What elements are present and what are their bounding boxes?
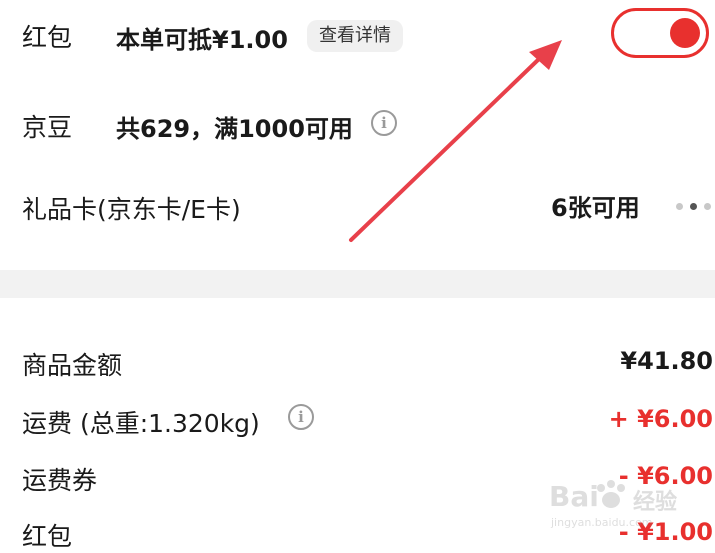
giftcard-available: 6张可用 xyxy=(551,194,640,222)
more-dots-icon[interactable] xyxy=(676,203,715,211)
watermark-site: jingyan.baidu.com xyxy=(551,516,653,529)
hongbao-toggle[interactable] xyxy=(611,8,709,58)
baidu-watermark: Bai 经验 jingyan.baidu.com xyxy=(549,474,709,530)
freight-value: + ¥6.00 xyxy=(608,405,713,433)
info-icon[interactable]: i xyxy=(371,110,397,136)
toggle-knob xyxy=(670,18,700,48)
freight-label: 运费 (总重:1.320kg) xyxy=(22,409,260,438)
freight-coupon-label: 运费券 xyxy=(22,466,98,495)
summary-hongbao-label: 红包 xyxy=(22,522,73,551)
view-details-button[interactable]: 查看详情 xyxy=(307,20,403,52)
goods-amount-label: 商品金额 xyxy=(22,351,123,380)
giftcard-label: 礼品卡(京东卡/E卡) xyxy=(22,195,241,224)
hongbao-label: 红包 xyxy=(22,23,73,52)
watermark-brand-cn: 经验 xyxy=(633,490,678,515)
jingdou-desc: 共629，满1000可用 xyxy=(116,115,353,143)
info-icon[interactable]: i xyxy=(288,404,314,430)
section-divider xyxy=(0,270,715,298)
watermark-brand: Bai xyxy=(549,480,599,513)
hongbao-desc: 本单可抵¥1.00 xyxy=(116,26,288,54)
goods-amount-value: ¥41.80 xyxy=(620,347,713,375)
jingdou-label: 京豆 xyxy=(22,113,73,142)
